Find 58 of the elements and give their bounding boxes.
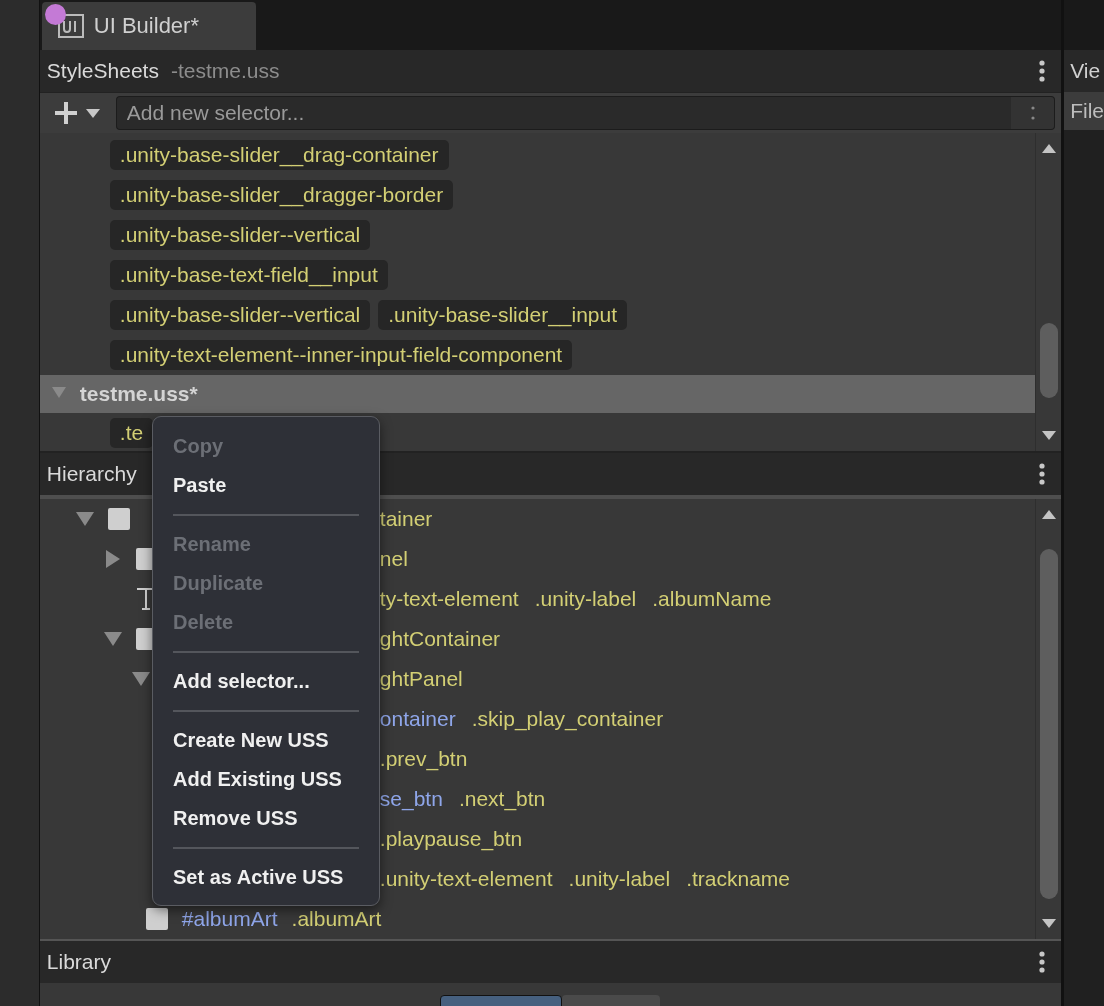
class-name: .unity-text-element	[379, 867, 553, 891]
class-name: .next_btn	[458, 787, 546, 811]
class-name: ghtPanel	[379, 667, 463, 691]
class-name: .unity-label	[534, 587, 637, 611]
class-name: ty-text-element	[379, 587, 519, 611]
panel-title: Hierarchy	[46, 462, 137, 486]
more-options-icon[interactable]	[1039, 60, 1046, 82]
panel-title: StyleSheets	[46, 59, 159, 83]
selector-chip[interactable]: .unity-base-slider__dragger-border	[109, 180, 454, 210]
class-name: .playpause_btn	[379, 827, 523, 851]
class-name: nel	[379, 547, 408, 571]
more-options-icon[interactable]	[1039, 463, 1046, 485]
stylesheet-row[interactable]: testme.uss*	[39, 375, 1036, 413]
expand-arrow-icon[interactable]	[103, 632, 122, 646]
element-name: se_btn	[379, 787, 443, 811]
expand-arrow-icon[interactable]	[131, 672, 150, 686]
ui-document-icon	[57, 14, 84, 38]
class-name: .albumName	[652, 587, 772, 611]
element-icon	[145, 908, 168, 930]
active-stylesheet-label: -testme.uss	[170, 59, 280, 83]
selector-chip[interactable]: .unity-base-slider--vertical	[109, 220, 371, 250]
scroll-up-icon[interactable]	[1041, 143, 1056, 153]
menu-item[interactable]: Add selector...	[153, 662, 379, 701]
class-name: .unity-label	[568, 867, 671, 891]
scroll-down-icon[interactable]	[1041, 431, 1056, 441]
selector-chip[interactable]: .unity-base-text-field__input	[109, 260, 388, 290]
class-name: .skip_play_container	[471, 707, 664, 731]
collapse-arrow-icon[interactable]	[105, 550, 120, 568]
panel-title: Library	[46, 950, 112, 974]
stylesheet-name: testme.uss*	[79, 382, 198, 406]
class-name: tainer	[379, 507, 433, 531]
selector-chip[interactable]: .te	[109, 418, 154, 448]
class-name: .albumArt	[291, 907, 382, 931]
selector-chip[interactable]: .unity-base-slider--vertical	[109, 300, 371, 330]
class-name: ghtContainer	[379, 627, 501, 651]
panel-title: Vie	[1070, 59, 1101, 83]
class-name: .trackname	[686, 867, 790, 891]
element-icon	[107, 508, 130, 530]
selector-chip[interactable]: .unity-base-slider__drag-container	[109, 140, 449, 170]
builder-tab[interactable]: UI Builder*	[41, 2, 256, 50]
menu-item[interactable]: Paste	[153, 466, 379, 505]
menu-item[interactable]: Add Existing USS	[153, 760, 379, 799]
scroll-down-icon[interactable]	[1041, 919, 1056, 929]
element-name: ontainer	[379, 707, 456, 731]
class-name: .prev_btn	[379, 747, 468, 771]
scrollbar-thumb[interactable]	[1039, 323, 1058, 398]
expand-arrow-icon[interactable]	[75, 512, 94, 526]
selector-chip[interactable]: .unity-base-slider__input	[378, 300, 628, 330]
selector-chip[interactable]: .unity-text-element--inner-input-field-component	[109, 340, 573, 370]
element-name: #albumArt	[181, 907, 278, 931]
more-options-icon[interactable]	[1039, 951, 1046, 973]
menu-item[interactable]: Set as Active USS	[153, 858, 379, 897]
plus-icon	[53, 101, 78, 125]
scrollbar-thumb[interactable]	[1039, 549, 1058, 899]
menu-item[interactable]: Create New USS	[153, 721, 379, 760]
menu-item[interactable]: Remove USS	[153, 799, 379, 838]
caret-icon	[85, 108, 100, 118]
scroll-up-icon[interactable]	[1041, 509, 1056, 519]
